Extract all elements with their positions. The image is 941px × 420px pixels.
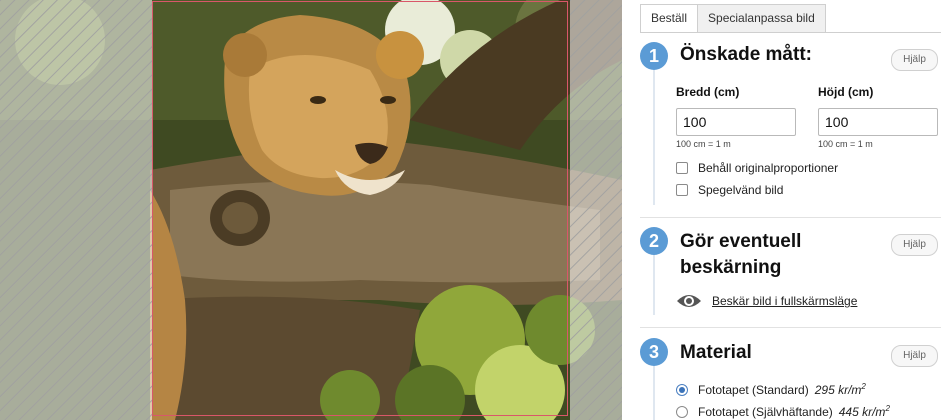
- step-3-number: 3: [640, 338, 668, 366]
- material-price-standard: 295 kr/m2: [814, 382, 866, 397]
- material-label-self-adhesive: Fototapet (Självhäftande): [698, 404, 833, 419]
- outside-area-left: [0, 0, 152, 420]
- height-input[interactable]: [818, 108, 938, 136]
- material-price-self-adhesive: 445 kr/m2: [838, 404, 890, 419]
- step-2-title: Gör eventuell beskärning: [680, 231, 802, 278]
- step-divider-1: [640, 217, 941, 218]
- mirror-option[interactable]: Spegelvänd bild: [676, 183, 783, 197]
- tab-customize-image[interactable]: Specialanpassa bild: [697, 4, 826, 32]
- step-1-number: 1: [640, 42, 668, 70]
- width-input[interactable]: [676, 108, 796, 136]
- step-1-title: Önskade mått:: [680, 44, 812, 65]
- image-preview: [0, 0, 622, 420]
- material-option-standard[interactable]: Fototapet (Standard) 295 kr/m2: [676, 382, 866, 397]
- material-radio-self-adhesive[interactable]: [676, 405, 688, 418]
- step-divider-2: [640, 327, 941, 328]
- eye-icon: [677, 295, 701, 307]
- tab-order[interactable]: Beställ: [640, 4, 699, 33]
- step-2-line: [653, 255, 655, 315]
- material-option-self-adhesive[interactable]: Fototapet (Självhäftande) 445 kr/m2: [676, 404, 890, 419]
- outside-area-right: [570, 0, 622, 420]
- width-label: Bredd (cm): [676, 85, 740, 99]
- step-3-line: [653, 366, 655, 420]
- height-hint: 100 cm = 1 m: [818, 139, 873, 149]
- step-2-number: 2: [640, 227, 668, 255]
- keep-proportions-option[interactable]: Behåll originalproportioner: [676, 161, 838, 175]
- material-label-standard: Fototapet (Standard): [698, 382, 809, 397]
- fullscreen-crop-link[interactable]: Beskär bild i fullskärmsläge: [676, 293, 857, 309]
- tab-bar: Beställ Specialanpassa bild: [640, 4, 826, 33]
- keep-proportions-label: Behåll originalproportioner: [698, 161, 839, 175]
- material-radio-standard[interactable]: [676, 383, 688, 396]
- help-button-step-1[interactable]: Hjälp: [891, 49, 938, 71]
- mirror-checkbox[interactable]: [676, 184, 688, 196]
- width-hint: 100 cm = 1 m: [676, 139, 731, 149]
- crop-frame[interactable]: [152, 1, 568, 416]
- tab-divider: [640, 32, 941, 33]
- step-1-line: [653, 70, 655, 205]
- help-button-step-3[interactable]: Hjälp: [891, 345, 938, 367]
- mirror-label: Spegelvänd bild: [698, 183, 784, 197]
- keep-proportions-checkbox[interactable]: [676, 162, 688, 174]
- fullscreen-crop-label[interactable]: Beskär bild i fullskärmsläge: [712, 294, 857, 308]
- order-panel: Beställ Specialanpassa bild 1 Önskade må…: [622, 0, 941, 420]
- height-label: Höjd (cm): [818, 85, 874, 99]
- step-3-title: Material: [680, 342, 752, 363]
- help-button-step-2[interactable]: Hjälp: [891, 234, 938, 256]
